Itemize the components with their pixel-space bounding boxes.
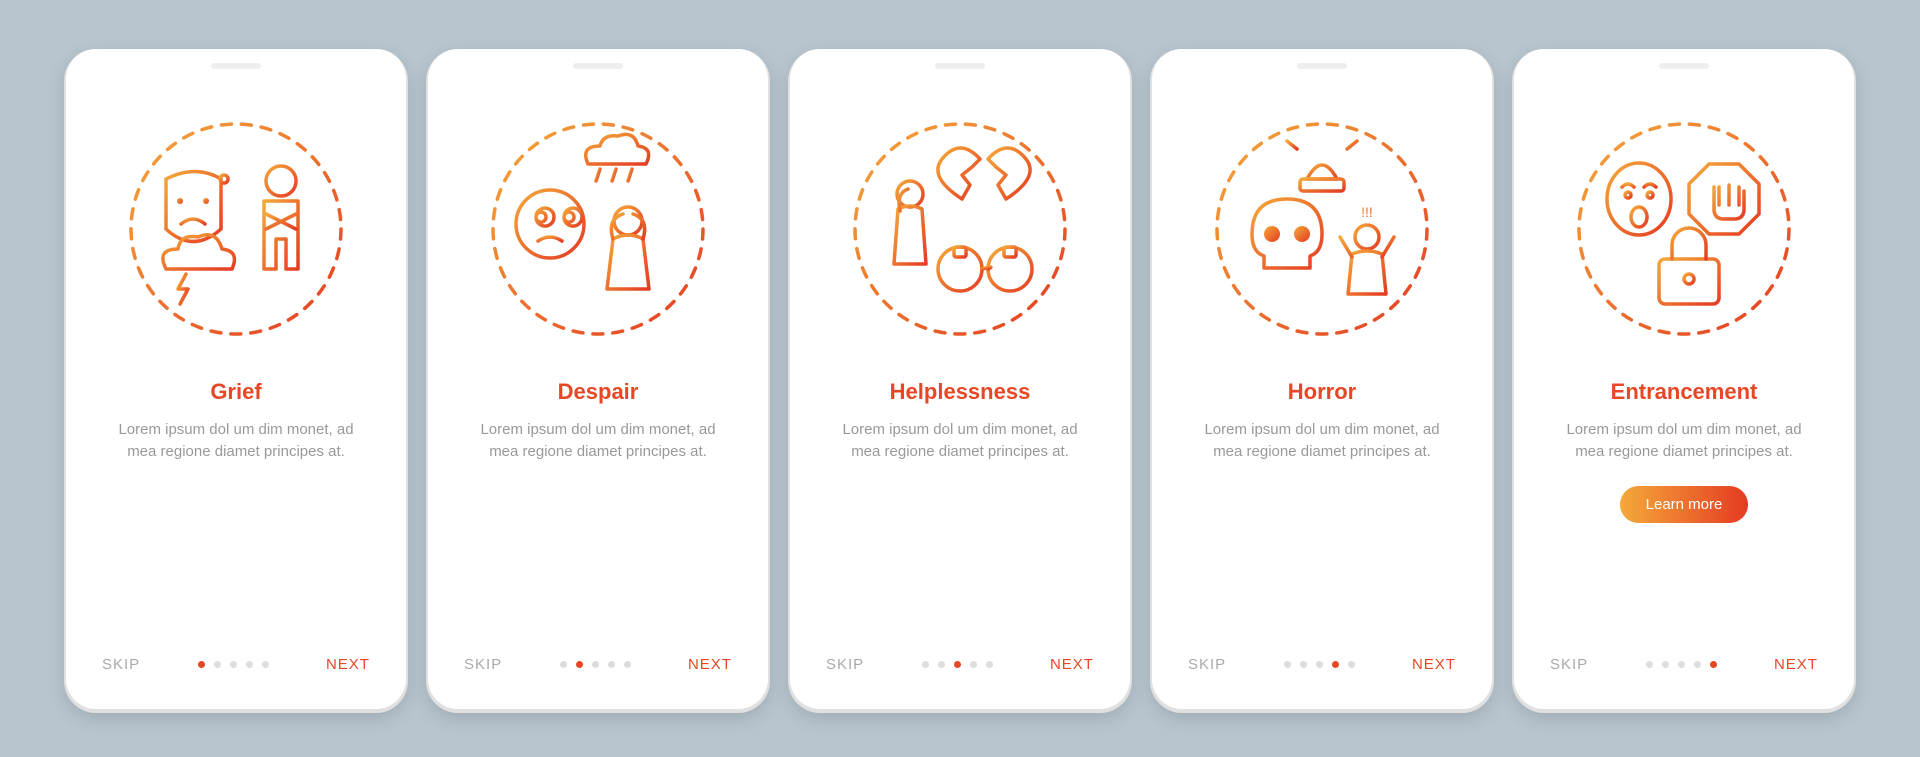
page-indicator: [198, 661, 269, 668]
entrancement-icon: [1564, 109, 1804, 349]
skip-button[interactable]: SKIP: [102, 656, 140, 673]
phone-speaker: [211, 63, 261, 69]
skip-button[interactable]: SKIP: [1550, 656, 1588, 673]
screen-description: Lorem ipsum dol um dim monet, ad mea reg…: [1544, 419, 1824, 464]
page-dot[interactable]: [1678, 661, 1685, 668]
onboarding-footer: SKIP NEXT: [1544, 656, 1824, 679]
phone-speaker: [1297, 63, 1347, 69]
next-button[interactable]: NEXT: [688, 656, 732, 673]
screen-title: Helplessness: [890, 379, 1031, 405]
despair-icon: [478, 109, 718, 349]
learn-more-button[interactable]: Learn more: [1620, 486, 1749, 523]
next-button[interactable]: NEXT: [1050, 656, 1094, 673]
page-dot[interactable]: [1694, 661, 1701, 668]
screen-title: Despair: [558, 379, 639, 405]
page-dot[interactable]: [954, 661, 961, 668]
page-dot[interactable]: [986, 661, 993, 668]
page-dot[interactable]: [592, 661, 599, 668]
page-dot[interactable]: [1316, 661, 1323, 668]
page-dot[interactable]: [214, 661, 221, 668]
page-dot[interactable]: [1284, 661, 1291, 668]
svg-text:!!!: !!!: [1361, 204, 1373, 220]
skip-button[interactable]: SKIP: [826, 656, 864, 673]
page-dot[interactable]: [1646, 661, 1653, 668]
page-dot[interactable]: [246, 661, 253, 668]
screen-title: Entrancement: [1611, 379, 1758, 405]
onboarding-footer: SKIP NEXT: [96, 656, 376, 679]
page-dot[interactable]: [1300, 661, 1307, 668]
screen-description: Lorem ipsum dol um dim monet, ad mea reg…: [96, 419, 376, 464]
page-dot[interactable]: [262, 661, 269, 668]
onboarding-footer: SKIP NEXT: [1182, 656, 1462, 679]
page-dot[interactable]: [938, 661, 945, 668]
screen-description: Lorem ipsum dol um dim monet, ad mea reg…: [1182, 419, 1462, 464]
skip-button[interactable]: SKIP: [464, 656, 502, 673]
horror-icon: !!!: [1202, 109, 1442, 349]
page-dot[interactable]: [1332, 661, 1339, 668]
phone-speaker: [935, 63, 985, 69]
screen-description: Lorem ipsum dol um dim monet, ad mea reg…: [458, 419, 738, 464]
page-dot[interactable]: [560, 661, 567, 668]
page-dot[interactable]: [970, 661, 977, 668]
grief-icon: [116, 109, 356, 349]
page-dot[interactable]: [1710, 661, 1717, 668]
page-indicator: [560, 661, 631, 668]
page-dot[interactable]: [922, 661, 929, 668]
onboarding-footer: SKIP NEXT: [820, 656, 1100, 679]
phone-speaker: [1659, 63, 1709, 69]
page-dot[interactable]: [198, 661, 205, 668]
despair-icon: [478, 109, 718, 349]
page-dot[interactable]: [624, 661, 631, 668]
page-dot[interactable]: [608, 661, 615, 668]
screen-description: Lorem ipsum dol um dim monet, ad mea reg…: [820, 419, 1100, 464]
phone-speaker: [573, 63, 623, 69]
phone-screen-3: !!! Horror Lorem ipsum dol um dim monet, …: [1152, 49, 1492, 709]
entrancement-icon: [1564, 109, 1804, 349]
phone-screen-4: Entrancement Lorem ipsum dol um dim monet…: [1514, 49, 1854, 709]
page-indicator: [922, 661, 993, 668]
page-indicator: [1284, 661, 1355, 668]
page-dot[interactable]: [576, 661, 583, 668]
page-dot[interactable]: [230, 661, 237, 668]
phone-screen-0: Grief Lorem ipsum dol um dim monet, ad me…: [66, 49, 406, 709]
next-button[interactable]: NEXT: [1774, 656, 1818, 673]
page-indicator: [1646, 661, 1717, 668]
horror-icon: !!!: [1202, 109, 1442, 349]
onboarding-footer: SKIP NEXT: [458, 656, 738, 679]
helplessness-icon: [840, 109, 1080, 349]
screen-title: Grief: [210, 379, 261, 405]
page-dot[interactable]: [1348, 661, 1355, 668]
phone-screen-1: Despair Lorem ipsum dol um dim monet, ad …: [428, 49, 768, 709]
next-button[interactable]: NEXT: [1412, 656, 1456, 673]
screen-title: Horror: [1288, 379, 1356, 405]
next-button[interactable]: NEXT: [326, 656, 370, 673]
page-dot[interactable]: [1662, 661, 1669, 668]
helplessness-icon: [840, 109, 1080, 349]
phone-screen-2: Helplessness Lorem ipsum dol um dim monet…: [790, 49, 1130, 709]
skip-button[interactable]: SKIP: [1188, 656, 1226, 673]
grief-icon: [116, 109, 356, 349]
